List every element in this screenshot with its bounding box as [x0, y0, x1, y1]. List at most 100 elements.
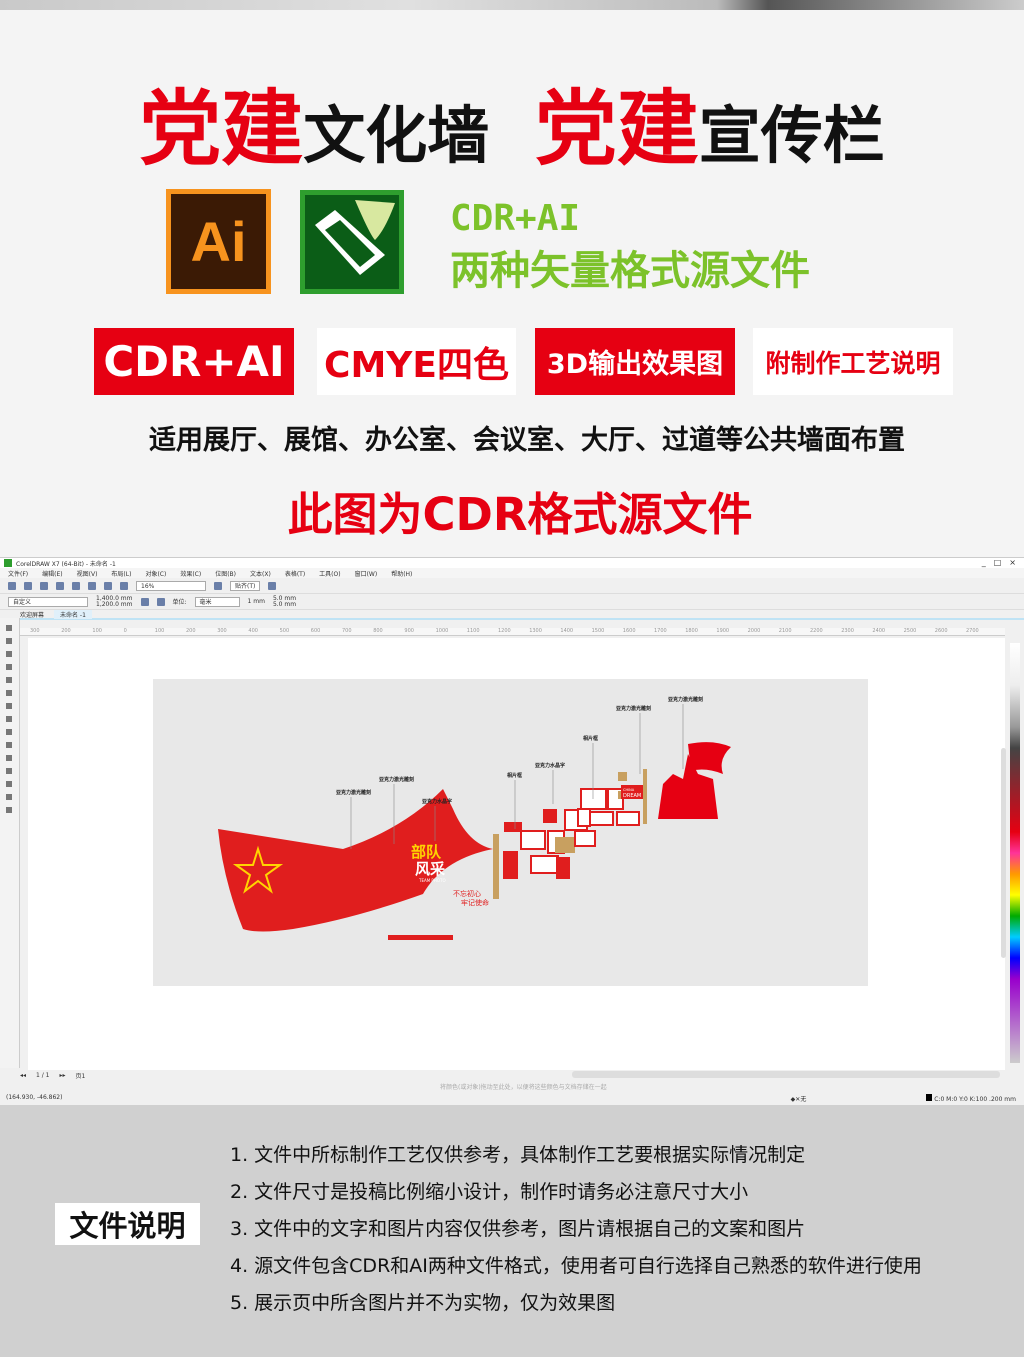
note-item: 5. 展示页中所含图片并不为实物，仅为效果图: [230, 1292, 616, 1314]
flag-subtitle: TEAM PHOTO: [418, 878, 446, 883]
toolbox: [0, 618, 20, 1068]
coreldraw-icon: [300, 190, 404, 294]
title-red-1: 党建: [139, 82, 304, 177]
ruler-tick: 1700: [654, 628, 667, 634]
transparency-tool-icon[interactable]: [6, 781, 12, 787]
tab-welcome[interactable]: 欢迎屏幕: [20, 610, 44, 619]
menu-object[interactable]: 对象(C): [145, 569, 166, 578]
file-notes-label: 文件说明: [55, 1203, 200, 1245]
menu-bitmaps[interactable]: 位图(B): [215, 569, 236, 578]
menu-file[interactable]: 文件(F): [8, 569, 28, 578]
nudge-input[interactable]: 1 mm: [248, 598, 265, 605]
badge-3d: 3D输出效果图: [535, 328, 735, 395]
redo-icon[interactable]: [88, 581, 96, 590]
artistic-media-icon[interactable]: [6, 690, 12, 696]
horizontal-ruler: 300 200 100 0 100 200 300 400 500 600 700 800 900 100…: [20, 628, 1005, 636]
freehand-tool-icon[interactable]: [6, 677, 12, 683]
format-line-2: 两种矢量格式源文件: [450, 248, 810, 294]
note-item: 3. 文件中的文字和图片内容仅供参考，图片请根据自己的文案和图片: [230, 1218, 806, 1240]
fullscreen-icon[interactable]: [214, 581, 222, 590]
snap-select[interactable]: 贴齐(T): [230, 580, 261, 591]
ruler-tick: 500: [279, 628, 290, 634]
menu-view[interactable]: 视图(V): [77, 569, 98, 578]
label-crystal-2: 亚克力水晶字: [535, 762, 565, 769]
page-artwork: 部队 风采 TEAM PHOTO 不忘初心 牢记使命 CHINA DREAM 亚…: [153, 679, 868, 986]
label-laser-2: 亚克力激光雕刻: [379, 776, 414, 783]
illustrator-icon: Ai: [166, 189, 271, 294]
label-frame-2: 相片框: [583, 735, 598, 742]
save-icon[interactable]: [40, 581, 48, 590]
connector-tool-icon[interactable]: [6, 755, 12, 761]
import-icon[interactable]: [104, 581, 112, 590]
horizontal-scrollbar[interactable]: [572, 1071, 1000, 1078]
page-tab[interactable]: 页1: [76, 1071, 86, 1080]
ruler-tick: 200: [186, 628, 196, 634]
last-page-button[interactable]: ▸▸: [60, 1072, 66, 1079]
usage-text: 适用展厅、展馆、办公室、会议室、大厅、过道等公共墙面布置: [149, 425, 905, 456]
coreldraw-window: CorelDRAW X7 (64-Bit) - 未命名 -1 _ □ × 文件(…: [0, 557, 1024, 1105]
print-icon[interactable]: [56, 581, 64, 590]
text-tool-icon[interactable]: [6, 742, 12, 748]
duplicate-y-input[interactable]: 5.0 mm: [273, 601, 296, 608]
polygon-tool-icon[interactable]: [6, 729, 12, 735]
zoom-select[interactable]: 16%: [136, 580, 206, 591]
undo-icon[interactable]: [72, 581, 80, 590]
ruler-tick: 1300: [529, 628, 542, 634]
landscape-icon[interactable]: [156, 597, 165, 606]
unit-select[interactable]: 毫米: [194, 596, 240, 607]
crop-tool-icon[interactable]: [6, 651, 12, 657]
fill-icon: ◆✕: [790, 1096, 801, 1103]
ruler-tick: 2000: [747, 628, 761, 634]
page-preset-select[interactable]: 自定义: [8, 596, 88, 607]
format-line-1: CDR+AI: [450, 198, 581, 239]
shadow-tool-icon[interactable]: [6, 768, 12, 774]
open-icon[interactable]: [24, 581, 32, 590]
ruler-tick: 400: [248, 628, 258, 634]
property-bar: 自定义 1,400.0 mm 1,200.0 mm 单位: 毫米 1 mm 5.…: [0, 594, 1024, 610]
drawing-canvas[interactable]: 部队 风采 TEAM PHOTO 不忘初心 牢记使命 CHINA DREAM 亚…: [28, 638, 1005, 1070]
shape-tool-icon[interactable]: [6, 638, 12, 644]
new-icon[interactable]: [8, 581, 16, 590]
color-palette[interactable]: [1010, 643, 1020, 1063]
ruler-tick: 2100: [778, 628, 792, 634]
export-icon[interactable]: [120, 581, 128, 590]
app-logo-icon: [4, 559, 12, 567]
note-item: 1. 文件中所标制作工艺仅供参考，具体制作工艺要根据实际情况制定: [230, 1144, 806, 1166]
note-item: 4. 源文件包含CDR和AI两种文件格式，使用者可自行选择自己熟悉的软件进行使用: [230, 1255, 922, 1277]
ai-icon-text: Ai: [171, 194, 266, 289]
dream-1: CHINA: [623, 788, 635, 792]
page-height-input[interactable]: 1,200.0 mm: [96, 601, 133, 608]
ellipse-tool-icon[interactable]: [6, 716, 12, 722]
vertical-scrollbar[interactable]: [1001, 748, 1006, 958]
menu-layout[interactable]: 布局(L): [111, 569, 131, 578]
minimize-button[interactable]: _: [982, 558, 986, 567]
page-title: 党建文化墙 党建宣传栏: [0, 62, 1024, 181]
portrait-icon[interactable]: [140, 597, 149, 606]
badge-process: 附制作工艺说明: [753, 328, 953, 395]
menu-help[interactable]: 帮助(H): [391, 569, 412, 578]
menu-effects[interactable]: 效果(C): [180, 569, 201, 578]
label-frame-1: 相片框: [507, 772, 522, 779]
menu-table[interactable]: 表格(T): [285, 569, 305, 578]
ruler-tick: 1500: [591, 628, 605, 634]
maximize-button[interactable]: □: [994, 558, 1002, 567]
first-page-button[interactable]: ◂◂: [20, 1072, 26, 1079]
pick-tool-icon[interactable]: [6, 625, 12, 631]
ruler-tick: 300: [30, 628, 40, 634]
tab-untitled[interactable]: 未命名 -1: [54, 609, 92, 619]
outline-color-swatch: [926, 1094, 933, 1101]
rectangle-tool-icon[interactable]: [6, 703, 12, 709]
eyedropper-tool-icon[interactable]: [6, 794, 12, 800]
label-laser-4: 亚克力激光雕刻: [668, 696, 703, 703]
menu-window[interactable]: 窗口(W): [355, 569, 378, 578]
fill-tool-icon[interactable]: [6, 807, 12, 813]
menu-tools[interactable]: 工具(O): [319, 569, 340, 578]
close-button[interactable]: ×: [1009, 558, 1016, 567]
menu-text[interactable]: 文本(X): [250, 569, 271, 578]
menu-bar: 文件(F) 编辑(E) 视图(V) 布局(L) 对象(C) 效果(C) 位图(B…: [0, 568, 1024, 578]
options-icon[interactable]: [268, 581, 277, 590]
zoom-tool-icon[interactable]: [6, 664, 12, 670]
ruler-tick: 0: [123, 628, 127, 634]
palette-hint: 将颜色(或对象)拖动至此处，以便将这些颜色与文档存储在一起: [440, 1084, 607, 1091]
menu-edit[interactable]: 编辑(E): [42, 569, 62, 578]
